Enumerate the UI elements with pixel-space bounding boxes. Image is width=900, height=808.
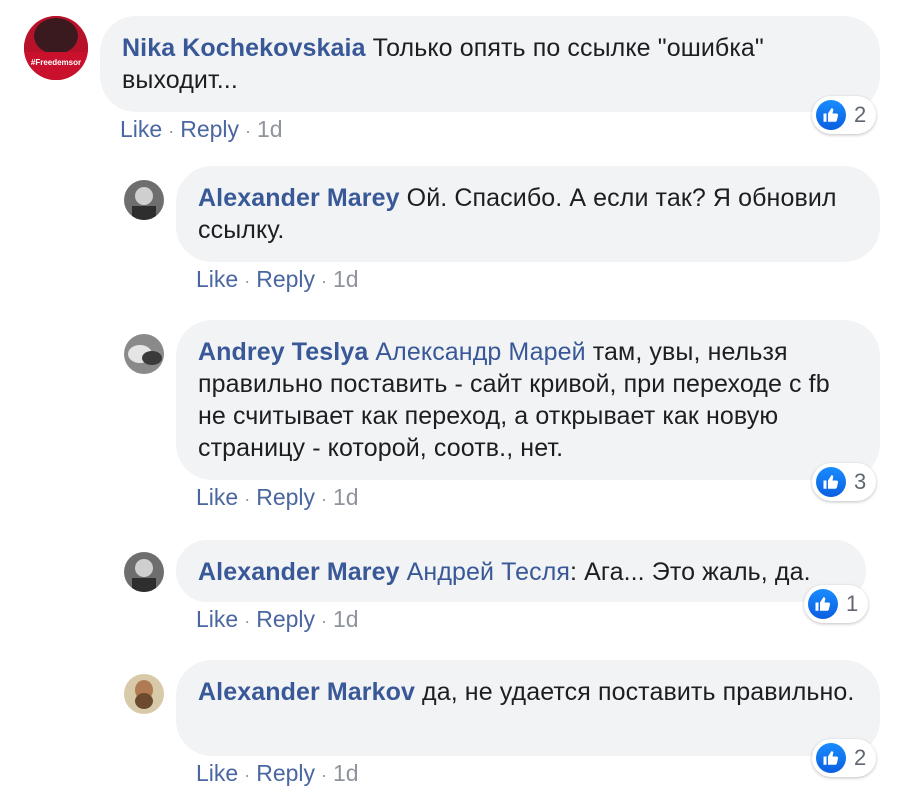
- like-icon: [808, 589, 838, 619]
- comment-bubble: Alexander Markov да, не удается поставит…: [176, 660, 880, 756]
- comment-actions: Like · Reply · 1d: [196, 266, 359, 293]
- like-icon: [816, 743, 846, 773]
- comment-actions: Like · Reply · 1d: [196, 760, 359, 787]
- reply-link[interactable]: Reply: [256, 484, 315, 510]
- avatar-image: [124, 180, 164, 220]
- separator: ·: [168, 121, 175, 141]
- comment-actions: Like · Reply · 1d: [196, 484, 359, 511]
- avatar-image: [124, 334, 164, 374]
- comment-text: : Ага... Это жаль, да.: [570, 558, 811, 586]
- comment-bubble: Alexander Marey Ой. Спасибо. А если так?…: [176, 166, 880, 262]
- comment-time[interactable]: 1d: [333, 266, 359, 292]
- avatar-caption: #Freedemsor: [30, 58, 82, 67]
- avatar[interactable]: [124, 674, 164, 714]
- avatar[interactable]: [124, 552, 164, 592]
- comment-time[interactable]: 1d: [333, 760, 359, 786]
- comment-author[interactable]: Alexander Marey: [198, 558, 400, 586]
- reply-link[interactable]: Reply: [256, 606, 315, 632]
- separator: ·: [321, 271, 328, 291]
- mention-link[interactable]: Александр Марей: [375, 338, 585, 366]
- comment-author[interactable]: Andrey Teslya: [198, 338, 368, 366]
- reaction-badge[interactable]: 2: [812, 739, 877, 777]
- like-icon: [816, 467, 846, 497]
- comment-author[interactable]: Nika Kochekovskaia: [122, 34, 366, 62]
- comment-bubble: Andrey Teslya Александр Марей там, увы, …: [176, 320, 880, 480]
- comment-actions: Like · Reply · 1d: [120, 116, 283, 143]
- reply-link[interactable]: Reply: [256, 266, 315, 292]
- like-link[interactable]: Like: [196, 266, 238, 292]
- avatar[interactable]: [124, 180, 164, 220]
- comment-actions: Like · Reply · 1d: [196, 606, 359, 633]
- like-icon: [816, 100, 846, 130]
- separator: ·: [244, 765, 251, 785]
- avatar-image: [124, 674, 164, 714]
- avatar[interactable]: #Freedemsor: [24, 16, 88, 80]
- reaction-badge[interactable]: 1: [804, 585, 869, 623]
- like-link[interactable]: Like: [120, 116, 162, 142]
- reaction-count: 3: [854, 469, 867, 494]
- separator: ·: [244, 611, 251, 631]
- comment-bubble: Alexander Marey Андрей Тесля: Ага... Это…: [176, 540, 866, 602]
- reaction-count: 1: [846, 591, 859, 616]
- avatar-image: [24, 16, 88, 80]
- separator: ·: [321, 489, 328, 509]
- comment-time[interactable]: 1d: [333, 484, 359, 510]
- separator: ·: [244, 489, 251, 509]
- separator: ·: [321, 765, 328, 785]
- reaction-count: 2: [854, 745, 867, 770]
- reply-link[interactable]: Reply: [256, 760, 315, 786]
- separator: ·: [245, 121, 252, 141]
- like-link[interactable]: Like: [196, 484, 238, 510]
- mention-link[interactable]: Андрей Тесля: [407, 558, 570, 586]
- reaction-count: 2: [854, 102, 867, 127]
- comment-text: да, не удается поставить правильно.: [414, 678, 855, 706]
- comment-time[interactable]: 1d: [257, 116, 283, 142]
- separator: ·: [244, 271, 251, 291]
- comment-bubble: Nika Kochekovskaia Только опять по ссылк…: [100, 16, 880, 112]
- comment-author[interactable]: Alexander Marey: [198, 184, 400, 212]
- avatar-image: [124, 552, 164, 592]
- like-link[interactable]: Like: [196, 760, 238, 786]
- separator: ·: [321, 611, 328, 631]
- like-link[interactable]: Like: [196, 606, 238, 632]
- reaction-badge[interactable]: 2: [812, 96, 877, 134]
- reply-link[interactable]: Reply: [180, 116, 239, 142]
- comment-time[interactable]: 1d: [333, 606, 359, 632]
- reaction-badge[interactable]: 3: [812, 463, 877, 501]
- comment-author[interactable]: Alexander Markov: [198, 678, 415, 706]
- avatar[interactable]: [124, 334, 164, 374]
